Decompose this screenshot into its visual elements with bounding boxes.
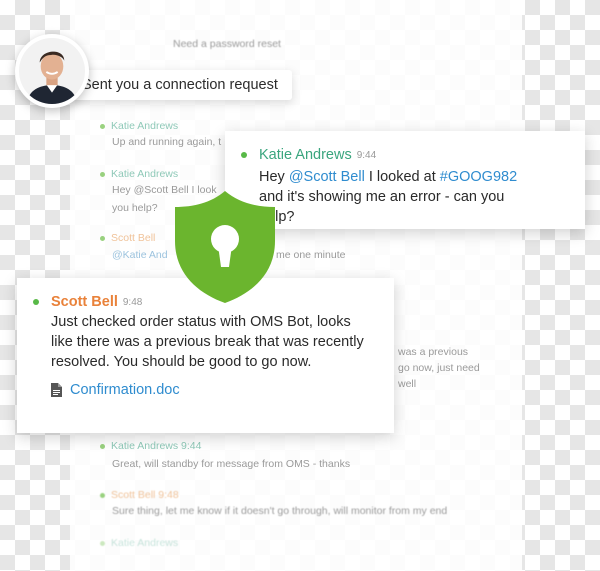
attachment-row[interactable]: Confirmation.doc [51,380,364,400]
katie-message-line-3: help? [259,209,295,225]
bg-katie-1-name: Katie Andrews [100,120,178,132]
bg-scott-1-mention: @Katie And [112,249,168,261]
scott-message-line-2: like there was a previous break that was… [51,334,364,350]
order-tag-link[interactable]: #GOOG982 [440,169,517,185]
document-file-icon [51,383,62,397]
katie-message-time: 9:44 [356,149,377,161]
online-status-icon [241,152,247,158]
katie-message-line-2: and it's showing me an error - can you [259,189,505,205]
bg-katie-3-text: Great, will standby for message from OMS… [112,458,351,470]
bg-katie-1-text: Up and running again, t [112,136,222,148]
bg-katie-3-name: Katie Andrews 9:44 [100,440,201,452]
bg-katie-2-name: Katie Andrews [100,168,178,180]
bg-top-line: Need a password reset [173,38,281,50]
bg-partial-1: was a previous [398,346,469,358]
scott-author-name[interactable]: Scott Bell [51,294,118,310]
bg-katie-4-name: Katie Andrews [100,537,178,549]
online-status-icon [33,299,39,305]
katie-message-header: Katie Andrews 9:44 [241,147,517,163]
shield-keyhole-icon [175,191,275,303]
connection-request-pill[interactable]: Sent you a connection request [68,70,292,100]
katie-message-card[interactable]: Katie Andrews 9:44 Hey @Scott Bell I loo… [225,131,585,229]
bg-partial-3: well [398,378,417,390]
katie-message-body: Hey @Scott Bell I looked at #GOOG982 and… [259,167,517,227]
bg-scott-2-name: Scott Bell 9:48 [100,489,179,501]
connection-request-text: Sent you a connection request [82,77,278,93]
scott-mention-link[interactable]: @Scott Bell [289,169,365,185]
bg-partial-2: go now, just need [398,362,480,374]
scott-message-time: 9:48 [122,296,143,308]
bg-scott-2-text: Sure thing, let me know if it doesn't go… [112,505,448,517]
bg-scott-1-text: me one minute [276,249,346,261]
katie-author-name[interactable]: Katie Andrews [259,147,352,163]
scott-message-line-3: resolved. You should be good to go now. [51,354,312,370]
katie-message-line-1: Hey @Scott Bell I looked at #GOOG982 [259,169,518,185]
bg-scott-1-name: Scott Bell [100,232,155,244]
bg-katie-2-text-2: you help? [112,202,158,214]
scott-message-body: Just checked order status with OMS Bot, … [51,312,364,400]
scott-message-line-1: Just checked order status with OMS Bot, … [51,314,351,330]
user-avatar[interactable] [15,34,89,108]
avatar-portrait-icon [19,38,85,104]
attachment-link[interactable]: Confirmation.doc [70,380,180,400]
